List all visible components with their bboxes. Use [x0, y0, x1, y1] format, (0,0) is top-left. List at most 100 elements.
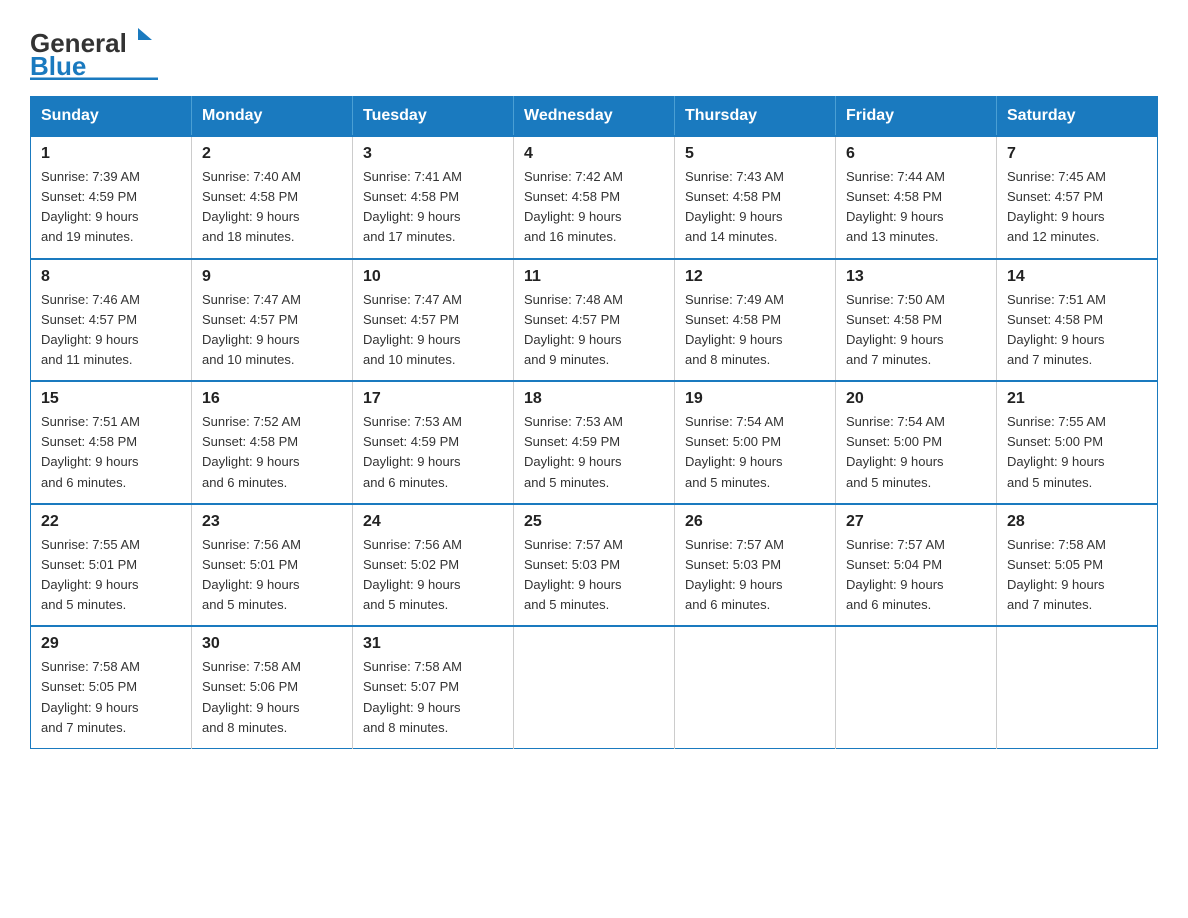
- day-cell-22: 22Sunrise: 7:55 AMSunset: 5:01 PMDayligh…: [31, 504, 192, 627]
- day-header-wednesday: Wednesday: [514, 97, 675, 137]
- day-cell-20: 20 Sunrise: 7:54 AMSunset: 5:00 PMDayligh…: [836, 381, 997, 504]
- day-info: Sunrise: 7:45 AMSunset: 4:57 PMDaylight:…: [1007, 167, 1147, 248]
- day-number: 25: [524, 513, 664, 531]
- day-info: Sunrise: 7:44 AMSunset: 4:58 PMDaylight:…: [846, 167, 986, 248]
- day-number: 7: [1007, 145, 1147, 163]
- day-cell-26: 26Sunrise: 7:57 AMSunset: 5:03 PMDayligh…: [675, 504, 836, 627]
- day-number: 3: [363, 145, 503, 163]
- day-cell-3: 3 Sunrise: 7:41 AMSunset: 4:58 PMDaylight…: [353, 136, 514, 259]
- week-row-5: 29Sunrise: 7:58 AMSunset: 5:05 PMDayligh…: [31, 626, 1158, 748]
- day-cell-1: 1 Sunrise: 7:39 AMSunset: 4:59 PMDaylight…: [31, 136, 192, 259]
- day-cell-10: 10 Sunrise: 7:47 AMSunset: 4:57 PMDayligh…: [353, 259, 514, 382]
- day-number: 12: [685, 268, 825, 286]
- day-info: Sunrise: 7:58 AMSunset: 5:06 PMDaylight:…: [202, 657, 342, 738]
- day-header-sunday: Sunday: [31, 97, 192, 137]
- day-info: Sunrise: 7:54 AMSunset: 5:00 PMDaylight:…: [685, 412, 825, 493]
- day-cell-25: 25Sunrise: 7:57 AMSunset: 5:03 PMDayligh…: [514, 504, 675, 627]
- day-number: 6: [846, 145, 986, 163]
- day-cell-27: 27 Sunrise: 7:57 AMSunset: 5:04 PMDayligh…: [836, 504, 997, 627]
- day-info: Sunrise: 7:58 AMSunset: 5:07 PMDaylight:…: [363, 657, 503, 738]
- calendar-header: SundayMondayTuesdayWednesdayThursdayFrid…: [31, 97, 1158, 137]
- day-header-saturday: Saturday: [997, 97, 1158, 137]
- day-number: 4: [524, 145, 664, 163]
- day-info: Sunrise: 7:50 AMSunset: 4:58 PMDaylight:…: [846, 290, 986, 371]
- day-number: 27: [846, 513, 986, 531]
- day-cell-14: 14Sunrise: 7:51 AMSunset: 4:58 PMDayligh…: [997, 259, 1158, 382]
- day-cell-24: 24 Sunrise: 7:56 AMSunset: 5:02 PMDayligh…: [353, 504, 514, 627]
- day-info: Sunrise: 7:47 AMSunset: 4:57 PMDaylight:…: [363, 290, 503, 371]
- day-cell-6: 6 Sunrise: 7:44 AMSunset: 4:58 PMDaylight…: [836, 136, 997, 259]
- logo: General Blue: [30, 20, 160, 80]
- day-cell-11: 11 Sunrise: 7:48 AMSunset: 4:57 PMDayligh…: [514, 259, 675, 382]
- day-cell-2: 2 Sunrise: 7:40 AMSunset: 4:58 PMDaylight…: [192, 136, 353, 259]
- day-info: Sunrise: 7:52 AMSunset: 4:58 PMDaylight:…: [202, 412, 342, 493]
- day-info: Sunrise: 7:57 AMSunset: 5:04 PMDaylight:…: [846, 535, 986, 616]
- empty-cell: [836, 626, 997, 748]
- day-number: 20: [846, 390, 986, 408]
- day-info: Sunrise: 7:42 AMSunset: 4:58 PMDaylight:…: [524, 167, 664, 248]
- day-number: 2: [202, 145, 342, 163]
- day-info: Sunrise: 7:39 AMSunset: 4:59 PMDaylight:…: [41, 167, 181, 248]
- day-info: Sunrise: 7:46 AMSunset: 4:57 PMDaylight:…: [41, 290, 181, 371]
- day-number: 30: [202, 635, 342, 653]
- day-cell-18: 18 Sunrise: 7:53 AMSunset: 4:59 PMDayligh…: [514, 381, 675, 504]
- day-info: Sunrise: 7:51 AMSunset: 4:58 PMDaylight:…: [41, 412, 181, 493]
- day-info: Sunrise: 7:49 AMSunset: 4:58 PMDaylight:…: [685, 290, 825, 371]
- week-row-3: 15 Sunrise: 7:51 AMSunset: 4:58 PMDayligh…: [31, 381, 1158, 504]
- day-info: Sunrise: 7:51 AMSunset: 4:58 PMDaylight:…: [1007, 290, 1147, 371]
- empty-cell: [514, 626, 675, 748]
- day-number: 15: [41, 390, 181, 408]
- day-cell-9: 9 Sunrise: 7:47 AMSunset: 4:57 PMDaylight…: [192, 259, 353, 382]
- day-headers-row: SundayMondayTuesdayWednesdayThursdayFrid…: [31, 97, 1158, 137]
- day-info: Sunrise: 7:43 AMSunset: 4:58 PMDaylight:…: [685, 167, 825, 248]
- day-cell-8: 8Sunrise: 7:46 AMSunset: 4:57 PMDaylight…: [31, 259, 192, 382]
- day-number: 5: [685, 145, 825, 163]
- day-cell-31: 31 Sunrise: 7:58 AMSunset: 5:07 PMDayligh…: [353, 626, 514, 748]
- calendar-body: 1 Sunrise: 7:39 AMSunset: 4:59 PMDaylight…: [31, 136, 1158, 748]
- day-info: Sunrise: 7:55 AMSunset: 5:01 PMDaylight:…: [41, 535, 181, 616]
- day-cell-4: 4 Sunrise: 7:42 AMSunset: 4:58 PMDaylight…: [514, 136, 675, 259]
- day-cell-12: 12 Sunrise: 7:49 AMSunset: 4:58 PMDayligh…: [675, 259, 836, 382]
- day-info: Sunrise: 7:40 AMSunset: 4:58 PMDaylight:…: [202, 167, 342, 248]
- day-info: Sunrise: 7:57 AMSunset: 5:03 PMDaylight:…: [685, 535, 825, 616]
- day-cell-17: 17 Sunrise: 7:53 AMSunset: 4:59 PMDayligh…: [353, 381, 514, 504]
- day-number: 11: [524, 268, 664, 286]
- day-cell-30: 30 Sunrise: 7:58 AMSunset: 5:06 PMDayligh…: [192, 626, 353, 748]
- day-number: 18: [524, 390, 664, 408]
- day-header-friday: Friday: [836, 97, 997, 137]
- day-cell-7: 7 Sunrise: 7:45 AMSunset: 4:57 PMDaylight…: [997, 136, 1158, 259]
- day-number: 1: [41, 145, 181, 163]
- day-number: 13: [846, 268, 986, 286]
- day-number: 24: [363, 513, 503, 531]
- day-number: 31: [363, 635, 503, 653]
- day-info: Sunrise: 7:53 AMSunset: 4:59 PMDaylight:…: [524, 412, 664, 493]
- week-row-1: 1 Sunrise: 7:39 AMSunset: 4:59 PMDaylight…: [31, 136, 1158, 259]
- day-cell-16: 16 Sunrise: 7:52 AMSunset: 4:58 PMDayligh…: [192, 381, 353, 504]
- day-info: Sunrise: 7:54 AMSunset: 5:00 PMDaylight:…: [846, 412, 986, 493]
- day-cell-23: 23Sunrise: 7:56 AMSunset: 5:01 PMDayligh…: [192, 504, 353, 627]
- day-info: Sunrise: 7:47 AMSunset: 4:57 PMDaylight:…: [202, 290, 342, 371]
- day-cell-5: 5 Sunrise: 7:43 AMSunset: 4:58 PMDaylight…: [675, 136, 836, 259]
- day-info: Sunrise: 7:56 AMSunset: 5:01 PMDaylight:…: [202, 535, 342, 616]
- day-info: Sunrise: 7:48 AMSunset: 4:57 PMDaylight:…: [524, 290, 664, 371]
- day-cell-19: 19Sunrise: 7:54 AMSunset: 5:00 PMDayligh…: [675, 381, 836, 504]
- page-header: General Blue: [30, 20, 1158, 80]
- day-number: 17: [363, 390, 503, 408]
- day-cell-15: 15 Sunrise: 7:51 AMSunset: 4:58 PMDayligh…: [31, 381, 192, 504]
- day-number: 9: [202, 268, 342, 286]
- day-number: 16: [202, 390, 342, 408]
- day-cell-29: 29Sunrise: 7:58 AMSunset: 5:05 PMDayligh…: [31, 626, 192, 748]
- day-number: 21: [1007, 390, 1147, 408]
- calendar-table: SundayMondayTuesdayWednesdayThursdayFrid…: [30, 96, 1158, 749]
- day-info: Sunrise: 7:53 AMSunset: 4:59 PMDaylight:…: [363, 412, 503, 493]
- day-number: 10: [363, 268, 503, 286]
- day-cell-21: 21Sunrise: 7:55 AMSunset: 5:00 PMDayligh…: [997, 381, 1158, 504]
- empty-cell: [997, 626, 1158, 748]
- day-header-thursday: Thursday: [675, 97, 836, 137]
- day-info: Sunrise: 7:41 AMSunset: 4:58 PMDaylight:…: [363, 167, 503, 248]
- empty-cell: [675, 626, 836, 748]
- day-number: 28: [1007, 513, 1147, 531]
- day-number: 29: [41, 635, 181, 653]
- day-header-monday: Monday: [192, 97, 353, 137]
- day-info: Sunrise: 7:56 AMSunset: 5:02 PMDaylight:…: [363, 535, 503, 616]
